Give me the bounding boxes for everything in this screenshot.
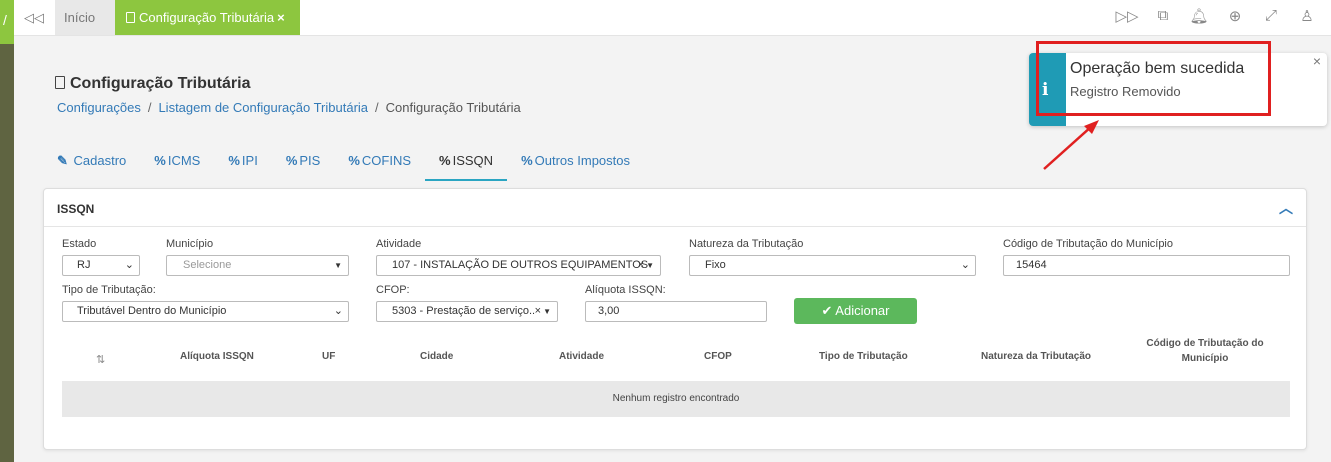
annotation-arrow — [1043, 120, 1099, 170]
